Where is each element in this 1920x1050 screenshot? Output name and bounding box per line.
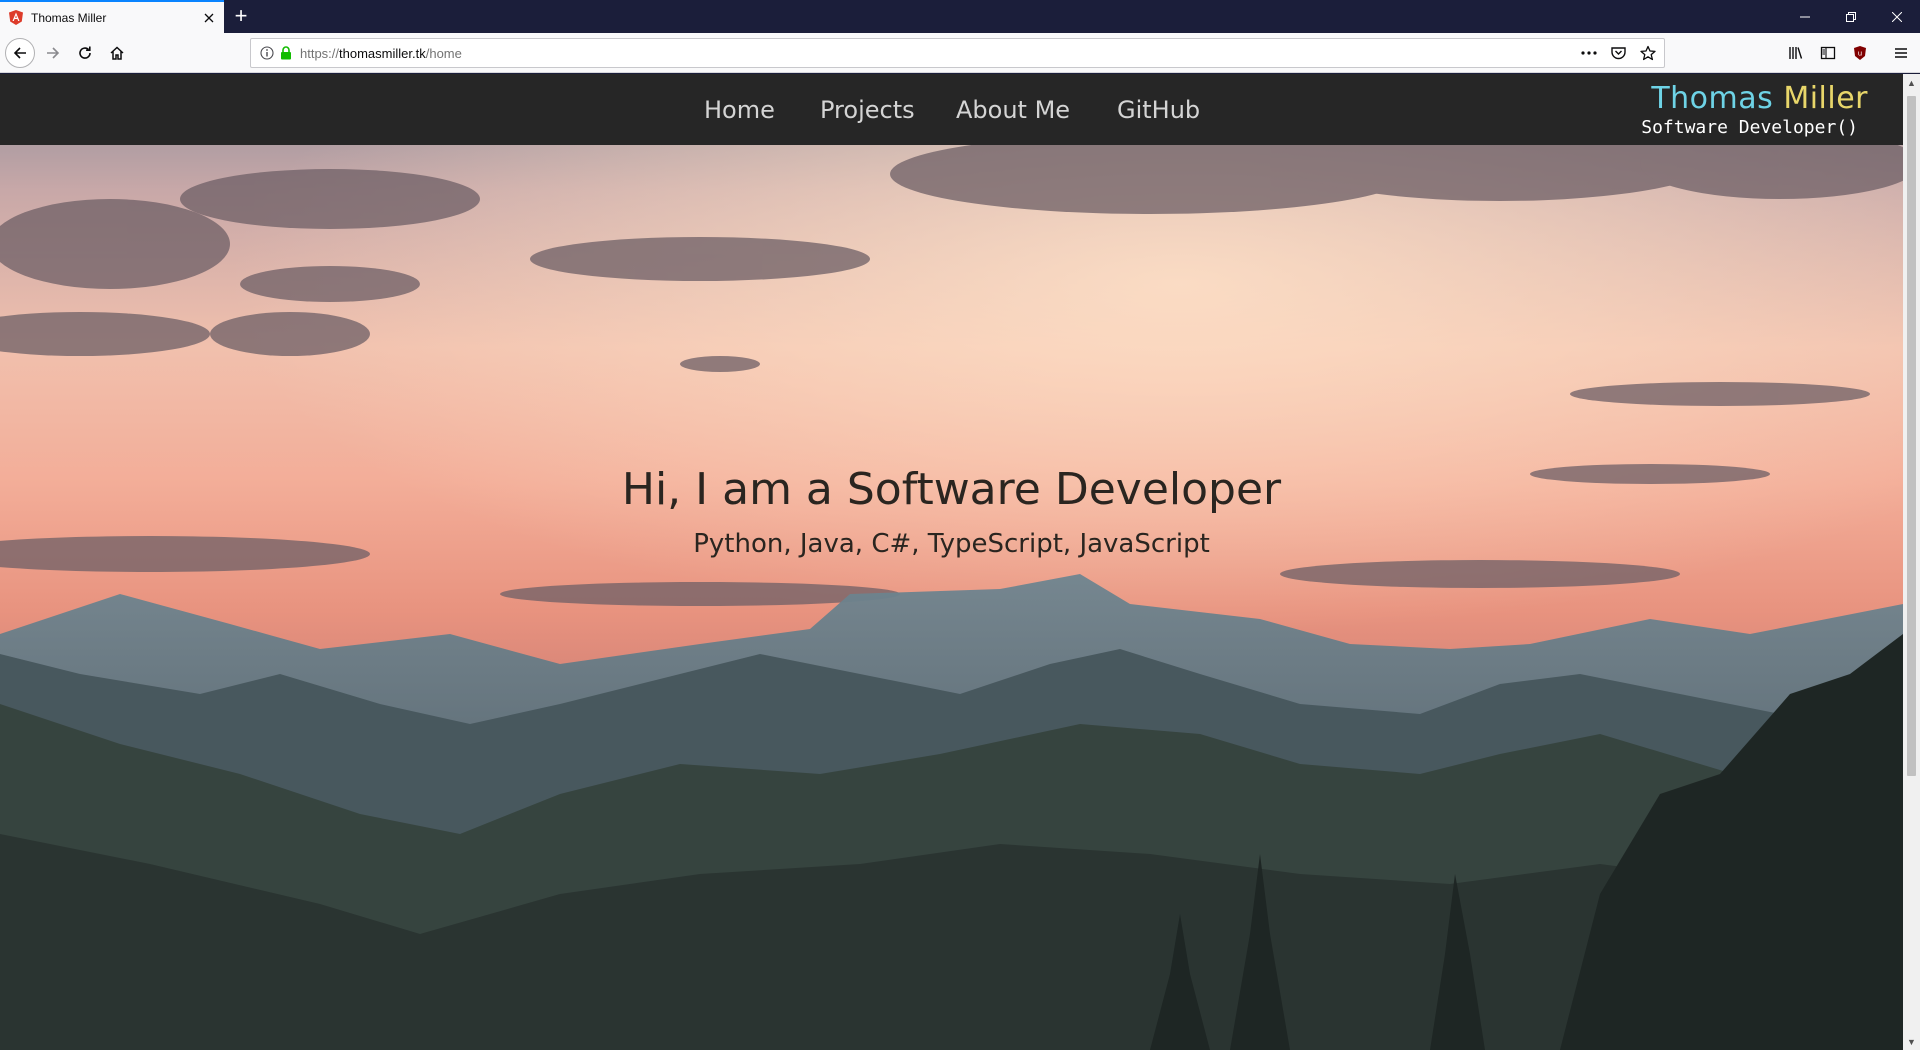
info-icon[interactable] [260,46,274,60]
brand-first-name: Thomas [1651,81,1774,116]
page-viewport: Home Projects About Me GitHub Thomas Mil… [0,74,1903,1050]
url-text[interactable]: https://thomasmiller.tk/home [300,46,462,61]
new-tab-button[interactable]: + [229,5,253,29]
pocket-icon[interactable] [1611,46,1626,60]
home-icon[interactable] [103,39,131,67]
more-dots-icon[interactable] [1581,51,1597,55]
tab-title: Thomas Miller [31,10,107,25]
url-path: /home [425,45,462,61]
library-icon[interactable] [1782,39,1810,67]
tab-strip: Thomas Miller + [0,0,1920,33]
scroll-up-arrow-icon[interactable]: ▲ [1903,74,1920,91]
nav-link-github[interactable]: GitHub [1117,96,1200,124]
page-scrollbar[interactable]: ▲ ▼ [1903,74,1920,1050]
nav-link-about-me[interactable]: About Me [956,96,1070,124]
sidebar-icon[interactable] [1814,39,1842,67]
angular-shield-icon [9,10,23,25]
lock-icon[interactable] [280,46,292,60]
url-protocol: https:// [300,45,340,61]
brand-name[interactable]: Thomas Miller [1651,81,1868,116]
scroll-down-arrow-icon[interactable]: ▼ [1903,1033,1920,1050]
forward-arrow-icon[interactable] [39,39,67,67]
url-bar[interactable]: https://thomasmiller.tk/home [250,38,1665,68]
svg-text:u: u [1858,50,1862,58]
site-navbar: Home Projects About Me GitHub Thomas Mil… [0,74,1903,145]
hero-title: Hi, I am a Software Developer [621,464,1282,515]
window-close-icon[interactable] [1874,0,1920,33]
bookmark-star-icon[interactable] [1640,45,1656,61]
nav-link-home[interactable]: Home [704,96,775,124]
brand-tagline: Software Developer() [1641,117,1858,138]
back-arrow-icon[interactable] [5,38,35,68]
url-host: thomasmiller.tk [339,45,426,61]
hero-subtitle: Python, Java, C#, TypeScript, JavaScript [693,529,1210,559]
reload-icon[interactable] [71,39,99,67]
nav-link-projects[interactable]: Projects [820,96,915,124]
hero-landscape-image [0,74,1903,1050]
minimize-icon[interactable] [1782,0,1828,33]
close-icon[interactable] [198,7,220,29]
menu-icon[interactable] [1887,39,1915,67]
brand-last-name: Miller [1783,81,1868,116]
ublock-icon[interactable]: u [1846,39,1874,67]
scroll-thumb[interactable] [1907,96,1916,776]
restore-icon[interactable] [1828,0,1874,33]
browser-tab[interactable]: Thomas Miller [0,0,224,33]
